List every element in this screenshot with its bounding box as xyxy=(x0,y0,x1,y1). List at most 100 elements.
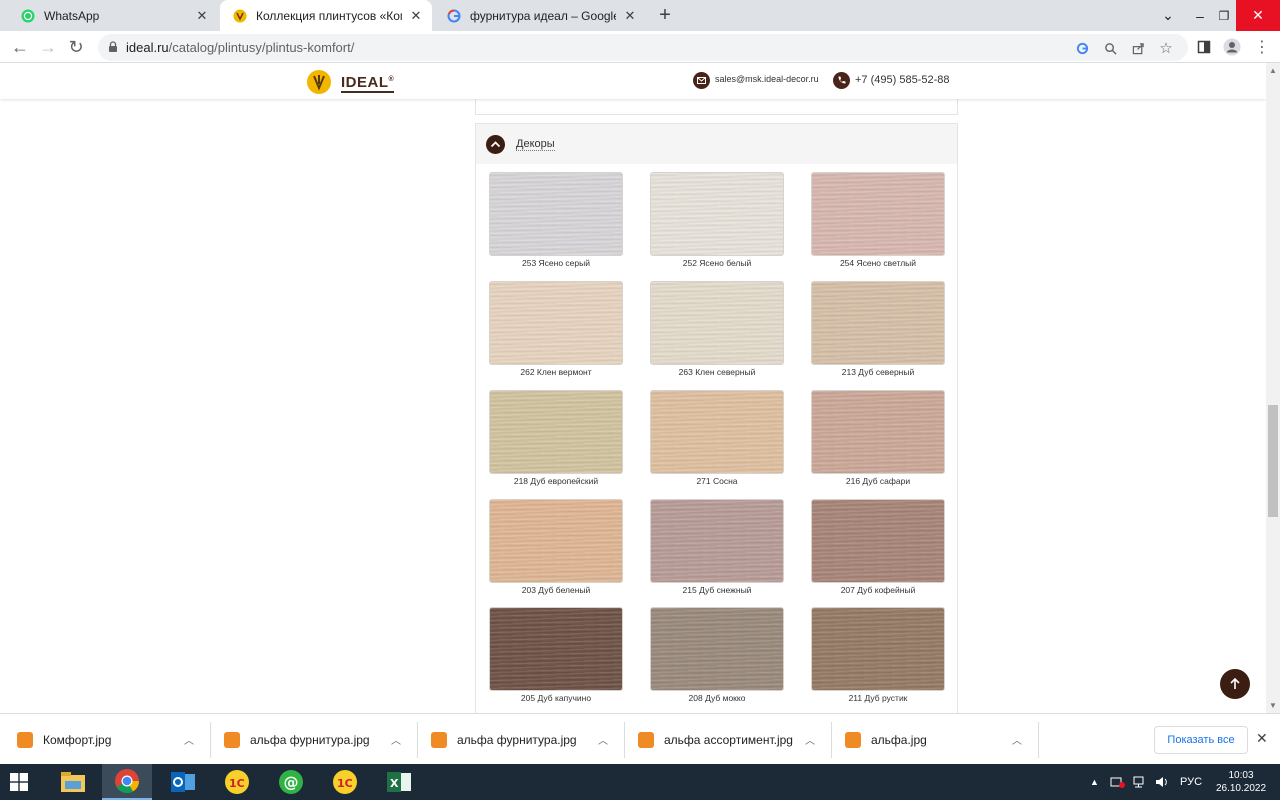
header-phone[interactable]: +7 (495) 585-52-88 xyxy=(855,74,949,86)
chevron-up-icon[interactable] xyxy=(486,135,505,154)
tab-google-search[interactable]: фурнитура идеал – Google Поиск ✕ xyxy=(434,0,646,31)
decor-swatch-label: 252 Ясено белый xyxy=(682,258,752,268)
download-filename: альфа фурнитура.jpg xyxy=(457,732,577,747)
ideal-logo-icon[interactable] xyxy=(307,70,331,94)
language-indicator[interactable]: РУС xyxy=(1180,764,1202,800)
decor-swatch[interactable] xyxy=(811,499,945,583)
tab-ideal-collection[interactable]: Коллекция плинтусов «Комфор ✕ xyxy=(220,0,432,31)
download-item[interactable]: альфа фурнитура.jpg ︿ xyxy=(414,714,611,765)
download-item[interactable]: Комфорт.jpg ︿ xyxy=(0,714,197,765)
lock-icon xyxy=(109,41,117,52)
decor-swatch[interactable] xyxy=(650,390,784,474)
decor-swatch-label: 215 Дуб снежный xyxy=(682,585,752,595)
chevron-up-icon[interactable]: ︿ xyxy=(595,732,611,747)
tab-search-icon[interactable]: ⌄ xyxy=(1154,0,1182,31)
download-item[interactable]: альфа.jpg ︿ xyxy=(828,714,1025,765)
decor-swatch[interactable] xyxy=(811,281,945,365)
decor-swatch[interactable] xyxy=(811,172,945,256)
chevron-up-icon[interactable]: ︿ xyxy=(802,732,818,747)
decor-swatch[interactable] xyxy=(811,607,945,691)
previous-panel-bottom xyxy=(475,99,958,115)
close-tab-icon[interactable]: ✕ xyxy=(622,8,638,24)
page-scrollbar[interactable]: ▲ ▼ xyxy=(1266,63,1280,713)
clock-time: 10:03 xyxy=(1228,770,1254,781)
decor-swatch-label: 218 Дуб европейский xyxy=(513,476,599,486)
scroll-thumb[interactable] xyxy=(1268,405,1278,517)
mail-agent-icon[interactable]: @ xyxy=(266,764,316,800)
download-filename: альфа фурнитура.jpg xyxy=(250,732,370,747)
chrome-icon[interactable] xyxy=(102,764,152,800)
close-shelf-icon[interactable]: ✕ xyxy=(1256,730,1268,747)
restore-icon[interactable]: ❐ xyxy=(1212,0,1236,31)
window-close-icon[interactable]: ✕ xyxy=(1236,0,1280,31)
scroll-to-top-button[interactable] xyxy=(1220,669,1250,699)
svg-text:@: @ xyxy=(284,774,299,792)
forward-icon[interactable]: → xyxy=(36,35,60,59)
minimize-icon[interactable]: – xyxy=(1188,0,1212,31)
decor-swatch[interactable] xyxy=(489,499,623,583)
chevron-up-icon[interactable]: ︿ xyxy=(181,732,197,747)
downloads-shelf: Комфорт.jpg ︿ альфа фурнитура.jpg ︿ альф… xyxy=(0,713,1280,764)
decor-swatch[interactable] xyxy=(650,607,784,691)
1c-enterprise-icon[interactable]: 1C xyxy=(212,764,262,800)
download-item[interactable]: альфа фурнитура.jpg ︿ xyxy=(207,714,404,765)
decor-swatch[interactable] xyxy=(811,390,945,474)
download-item[interactable]: альфа ассортимент.jpg ︿ xyxy=(621,714,818,765)
side-panel-icon[interactable] xyxy=(1192,35,1216,59)
address-bar[interactable]: ideal.ru/catalog/plintusy/plintus-komfor… xyxy=(98,34,1188,61)
decor-swatch-label: 208 Дуб мокко xyxy=(688,693,746,703)
download-filename: альфа.jpg xyxy=(871,732,927,747)
tab-whatsapp[interactable]: WhatsApp ✕ xyxy=(8,0,218,31)
svg-text:1C: 1C xyxy=(337,777,353,790)
volume-icon[interactable] xyxy=(1154,764,1170,800)
decor-swatch[interactable] xyxy=(489,607,623,691)
image-file-icon xyxy=(224,731,240,748)
header-email[interactable]: sales@msk.ideal-decor.ru xyxy=(715,74,819,84)
whatsapp-icon xyxy=(20,8,36,24)
decor-swatch[interactable] xyxy=(489,281,623,365)
svg-text:1C: 1C xyxy=(229,777,245,790)
new-tab-icon[interactable]: + xyxy=(654,4,676,26)
network-icon[interactable] xyxy=(1132,764,1148,800)
close-tab-icon[interactable]: ✕ xyxy=(194,8,210,24)
decor-swatch-label: 254 Ясено светлый xyxy=(839,258,917,268)
ideal-favicon-icon xyxy=(232,8,248,24)
decors-title[interactable]: Декоры xyxy=(516,138,555,151)
bookmark-star-icon[interactable]: ☆ xyxy=(1158,40,1174,57)
decor-swatch-label: 216 Дуб сафари xyxy=(845,476,911,486)
security-alert-icon[interactable] xyxy=(1110,764,1126,800)
1c-enterprise-icon[interactable]: 1C xyxy=(320,764,370,800)
close-tab-icon[interactable]: ✕ xyxy=(408,8,424,24)
scroll-down-arrow-icon[interactable]: ▼ xyxy=(1269,701,1277,710)
scroll-up-arrow-icon[interactable]: ▲ xyxy=(1269,66,1277,75)
decor-swatch[interactable] xyxy=(650,172,784,256)
logo-text[interactable]: IDEAL® xyxy=(341,72,395,93)
menu-kebab-icon[interactable]: ⋮ xyxy=(1250,35,1274,59)
decor-swatch[interactable] xyxy=(489,390,623,474)
phone-icon xyxy=(833,72,850,89)
outlook-icon[interactable] xyxy=(158,764,208,800)
google-lens-icon[interactable] xyxy=(1074,40,1090,56)
share-icon[interactable] xyxy=(1130,40,1146,56)
decor-swatch[interactable] xyxy=(489,172,623,256)
profile-avatar-icon[interactable] xyxy=(1220,35,1244,59)
show-all-downloads-button[interactable]: Показать все xyxy=(1154,726,1248,754)
decors-accordion-header[interactable]: Декоры xyxy=(476,124,957,164)
chevron-up-icon[interactable]: ︿ xyxy=(388,732,404,747)
decor-swatch[interactable] xyxy=(650,281,784,365)
back-icon[interactable]: ← xyxy=(8,35,32,59)
image-file-icon xyxy=(17,731,33,748)
decor-swatch-label: 263 Клен северный xyxy=(678,367,756,377)
windows-start-icon[interactable] xyxy=(10,773,28,791)
decor-swatch-label: 271 Сосна xyxy=(696,476,738,486)
tab-title: Коллекция плинтусов «Комфор xyxy=(256,8,402,23)
chevron-up-icon[interactable]: ︿ xyxy=(1009,732,1025,747)
excel-icon[interactable]: X xyxy=(374,764,424,800)
system-clock[interactable]: 10:03 26.10.2022 xyxy=(1206,769,1276,795)
tray-expand-icon[interactable]: ▲ xyxy=(1090,764,1100,800)
reload-icon[interactable]: ↻ xyxy=(64,35,88,59)
decor-swatch[interactable] xyxy=(650,499,784,583)
zoom-icon[interactable] xyxy=(1102,40,1118,56)
tab-title: WhatsApp xyxy=(44,8,100,23)
file-explorer-icon[interactable] xyxy=(48,764,98,800)
